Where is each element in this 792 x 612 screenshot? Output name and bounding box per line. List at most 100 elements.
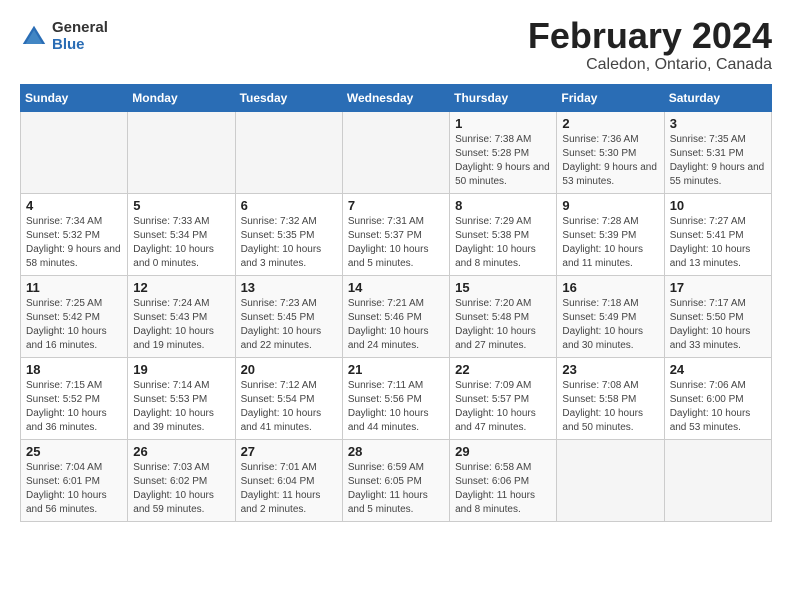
header-cell-tuesday: Tuesday (235, 84, 342, 111)
day-number: 27 (241, 444, 337, 459)
day-number: 8 (455, 198, 551, 213)
day-info: Sunrise: 7:21 AM Sunset: 5:46 PM Dayligh… (348, 297, 444, 353)
day-info: Sunrise: 7:33 AM Sunset: 5:34 PM Dayligh… (133, 215, 229, 271)
calendar-cell: 24 Sunrise: 7:06 AM Sunset: 6:00 PM Dayli… (664, 357, 771, 439)
day-info: Sunrise: 7:23 AM Sunset: 5:45 PM Dayligh… (241, 297, 337, 353)
day-number: 13 (241, 280, 337, 295)
title-block: February 2024 Caledon, Ontario, Canada (528, 16, 772, 74)
day-number: 4 (26, 198, 122, 213)
day-number: 3 (670, 116, 766, 131)
calendar-cell: 7 Sunrise: 7:31 AM Sunset: 5:37 PM Daylig… (342, 193, 449, 275)
day-number: 16 (562, 280, 658, 295)
calendar-table: SundayMondayTuesdayWednesdayThursdayFrid… (20, 84, 772, 522)
calendar-cell: 13 Sunrise: 7:23 AM Sunset: 5:45 PM Dayli… (235, 275, 342, 357)
calendar-cell (235, 111, 342, 193)
week-row-1: 4 Sunrise: 7:34 AM Sunset: 5:32 PM Daylig… (21, 193, 772, 275)
header-row: SundayMondayTuesdayWednesdayThursdayFrid… (21, 84, 772, 111)
day-number: 22 (455, 362, 551, 377)
day-number: 15 (455, 280, 551, 295)
day-number: 24 (670, 362, 766, 377)
calendar-cell: 9 Sunrise: 7:28 AM Sunset: 5:39 PM Daylig… (557, 193, 664, 275)
calendar-cell: 23 Sunrise: 7:08 AM Sunset: 5:58 PM Dayli… (557, 357, 664, 439)
calendar-header: SundayMondayTuesdayWednesdayThursdayFrid… (21, 84, 772, 111)
calendar-cell: 22 Sunrise: 7:09 AM Sunset: 5:57 PM Dayli… (450, 357, 557, 439)
day-info: Sunrise: 7:12 AM Sunset: 5:54 PM Dayligh… (241, 379, 337, 435)
day-info: Sunrise: 7:18 AM Sunset: 5:49 PM Dayligh… (562, 297, 658, 353)
calendar-subtitle: Caledon, Ontario, Canada (528, 56, 772, 74)
day-info: Sunrise: 7:20 AM Sunset: 5:48 PM Dayligh… (455, 297, 551, 353)
logo-icon (20, 23, 48, 51)
day-number: 1 (455, 116, 551, 131)
day-info: Sunrise: 7:06 AM Sunset: 6:00 PM Dayligh… (670, 379, 766, 435)
day-info: Sunrise: 7:01 AM Sunset: 6:04 PM Dayligh… (241, 461, 337, 517)
day-number: 14 (348, 280, 444, 295)
calendar-cell: 6 Sunrise: 7:32 AM Sunset: 5:35 PM Daylig… (235, 193, 342, 275)
day-number: 12 (133, 280, 229, 295)
day-number: 2 (562, 116, 658, 131)
day-info: Sunrise: 7:09 AM Sunset: 5:57 PM Dayligh… (455, 379, 551, 435)
day-info: Sunrise: 7:15 AM Sunset: 5:52 PM Dayligh… (26, 379, 122, 435)
logo-text: General Blue (52, 20, 108, 53)
header-cell-thursday: Thursday (450, 84, 557, 111)
header-cell-sunday: Sunday (21, 84, 128, 111)
logo-blue: Blue (52, 37, 108, 54)
calendar-cell: 11Sunrise: 7:25 AM Sunset: 5:42 PM Dayli… (21, 275, 128, 357)
calendar-cell: 10 Sunrise: 7:27 AM Sunset: 5:41 PM Dayli… (664, 193, 771, 275)
day-number: 25 (26, 444, 122, 459)
day-number: 23 (562, 362, 658, 377)
day-info: Sunrise: 6:59 AM Sunset: 6:05 PM Dayligh… (348, 461, 444, 517)
calendar-cell (21, 111, 128, 193)
day-number: 6 (241, 198, 337, 213)
header-cell-monday: Monday (128, 84, 235, 111)
calendar-cell: 27 Sunrise: 7:01 AM Sunset: 6:04 PM Dayli… (235, 439, 342, 521)
day-number: 11 (26, 280, 122, 295)
calendar-cell: 5Sunrise: 7:33 AM Sunset: 5:34 PM Daylig… (128, 193, 235, 275)
calendar-cell: 8Sunrise: 7:29 AM Sunset: 5:38 PM Daylig… (450, 193, 557, 275)
calendar-cell (128, 111, 235, 193)
calendar-cell: 26Sunrise: 7:03 AM Sunset: 6:02 PM Dayli… (128, 439, 235, 521)
day-number: 21 (348, 362, 444, 377)
calendar-cell: 21 Sunrise: 7:11 AM Sunset: 5:56 PM Dayli… (342, 357, 449, 439)
calendar-cell: 25 Sunrise: 7:04 AM Sunset: 6:01 PM Dayli… (21, 439, 128, 521)
calendar-cell: 1Sunrise: 7:38 AM Sunset: 5:28 PM Daylig… (450, 111, 557, 193)
week-row-4: 25 Sunrise: 7:04 AM Sunset: 6:01 PM Dayli… (21, 439, 772, 521)
day-info: Sunrise: 7:34 AM Sunset: 5:32 PM Dayligh… (26, 215, 122, 271)
calendar-title: February 2024 (528, 16, 772, 56)
day-info: Sunrise: 7:17 AM Sunset: 5:50 PM Dayligh… (670, 297, 766, 353)
day-info: Sunrise: 7:11 AM Sunset: 5:56 PM Dayligh… (348, 379, 444, 435)
header-cell-saturday: Saturday (664, 84, 771, 111)
calendar-cell: 20 Sunrise: 7:12 AM Sunset: 5:54 PM Dayli… (235, 357, 342, 439)
calendar-cell: 4 Sunrise: 7:34 AM Sunset: 5:32 PM Daylig… (21, 193, 128, 275)
calendar-cell: 15 Sunrise: 7:20 AM Sunset: 5:48 PM Dayli… (450, 275, 557, 357)
logo-general: General (52, 20, 108, 37)
day-info: Sunrise: 7:14 AM Sunset: 5:53 PM Dayligh… (133, 379, 229, 435)
day-number: 26 (133, 444, 229, 459)
calendar-cell: 14 Sunrise: 7:21 AM Sunset: 5:46 PM Dayli… (342, 275, 449, 357)
day-number: 20 (241, 362, 337, 377)
day-number: 7 (348, 198, 444, 213)
day-number: 17 (670, 280, 766, 295)
day-info: Sunrise: 7:04 AM Sunset: 6:01 PM Dayligh… (26, 461, 122, 517)
day-info: Sunrise: 7:24 AM Sunset: 5:43 PM Dayligh… (133, 297, 229, 353)
day-info: Sunrise: 7:31 AM Sunset: 5:37 PM Dayligh… (348, 215, 444, 271)
calendar-cell (664, 439, 771, 521)
day-number: 18 (26, 362, 122, 377)
week-row-3: 18 Sunrise: 7:15 AM Sunset: 5:52 PM Dayli… (21, 357, 772, 439)
calendar-cell: 28 Sunrise: 6:59 AM Sunset: 6:05 PM Dayli… (342, 439, 449, 521)
calendar-cell: 29Sunrise: 6:58 AM Sunset: 6:06 PM Dayli… (450, 439, 557, 521)
day-info: Sunrise: 7:27 AM Sunset: 5:41 PM Dayligh… (670, 215, 766, 271)
calendar-cell: 16 Sunrise: 7:18 AM Sunset: 5:49 PM Dayli… (557, 275, 664, 357)
day-info: Sunrise: 7:32 AM Sunset: 5:35 PM Dayligh… (241, 215, 337, 271)
calendar-cell: 18 Sunrise: 7:15 AM Sunset: 5:52 PM Dayli… (21, 357, 128, 439)
day-number: 9 (562, 198, 658, 213)
day-info: Sunrise: 7:36 AM Sunset: 5:30 PM Dayligh… (562, 133, 658, 189)
day-number: 19 (133, 362, 229, 377)
day-number: 10 (670, 198, 766, 213)
day-number: 28 (348, 444, 444, 459)
calendar-cell: 17 Sunrise: 7:17 AM Sunset: 5:50 PM Dayli… (664, 275, 771, 357)
day-info: Sunrise: 6:58 AM Sunset: 6:06 PM Dayligh… (455, 461, 551, 517)
day-info: Sunrise: 7:28 AM Sunset: 5:39 PM Dayligh… (562, 215, 658, 271)
logo: General Blue (20, 20, 108, 53)
calendar-cell (557, 439, 664, 521)
day-info: Sunrise: 7:08 AM Sunset: 5:58 PM Dayligh… (562, 379, 658, 435)
